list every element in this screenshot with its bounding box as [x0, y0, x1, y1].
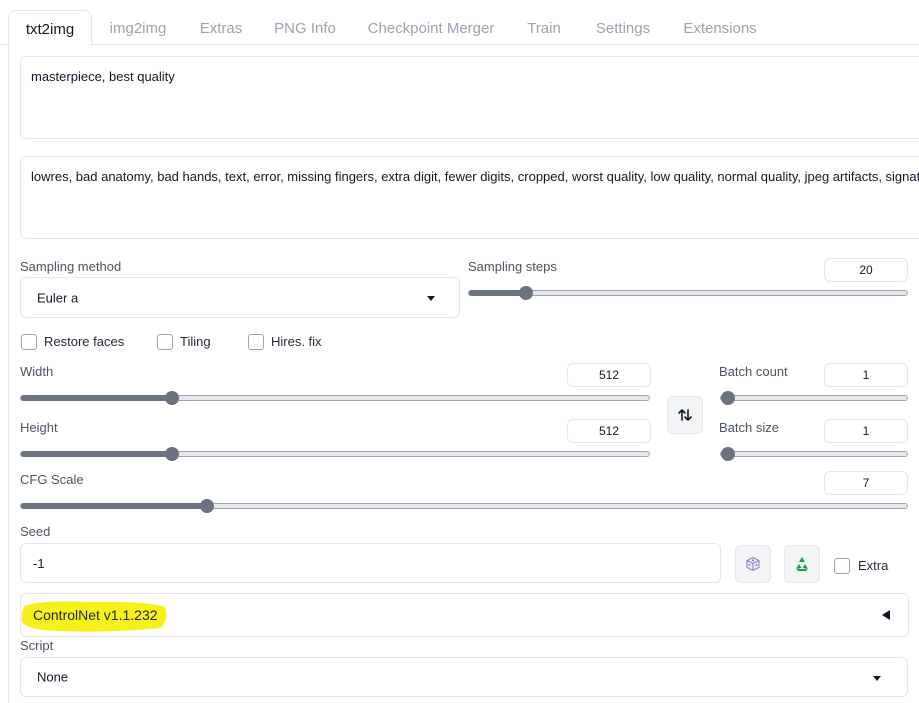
slider-thumb[interactable] — [165, 391, 179, 405]
prompt-textarea[interactable]: masterpiece, best quality — [20, 56, 919, 139]
height-slider[interactable] — [20, 447, 650, 461]
dice-icon — [746, 556, 760, 572]
sampling-method-label: Sampling method — [20, 259, 122, 274]
batch-count-label: Batch count — [719, 364, 788, 379]
slider-fill — [21, 503, 207, 509]
tab-train[interactable]: Train — [518, 10, 570, 44]
sampling-steps-input[interactable]: 20 — [824, 258, 908, 282]
batch-size-label: Batch size — [719, 420, 779, 435]
tab-extensions[interactable]: Extensions — [676, 10, 764, 44]
width-slider[interactable] — [20, 391, 650, 405]
slider-fill — [469, 290, 526, 296]
tab-img2img[interactable]: img2img — [100, 10, 176, 44]
slider-thumb[interactable] — [200, 499, 214, 513]
width-input[interactable]: 512 — [567, 363, 651, 387]
batch-count-input[interactable]: 1 — [824, 363, 908, 387]
tiling-label: Tiling — [180, 334, 211, 349]
restore-faces-label: Restore faces — [44, 334, 125, 349]
chevron-down-icon — [427, 296, 435, 301]
swap-arrows-icon — [678, 409, 692, 421]
tab-settings[interactable]: Settings — [586, 10, 660, 44]
hires-fix-label: Hires. fix — [271, 334, 322, 349]
slider-thumb[interactable] — [721, 391, 735, 405]
batch-size-slider[interactable] — [720, 447, 908, 461]
restore-faces-checkbox[interactable] — [21, 334, 37, 350]
cfg-scale-slider[interactable] — [20, 499, 908, 513]
batch-count-slider[interactable] — [720, 391, 908, 405]
slider-fill — [21, 395, 172, 401]
tab-png-info[interactable]: PNG Info — [266, 10, 344, 44]
batch-size-input[interactable]: 1 — [824, 419, 908, 443]
swap-dimensions-button[interactable] — [667, 396, 703, 434]
recycle-icon — [796, 557, 808, 571]
collapse-triangle-icon — [882, 610, 890, 620]
slider-thumb[interactable] — [519, 286, 533, 300]
hires-fix-checkbox[interactable] — [248, 334, 264, 350]
tab-bar: txt2img img2img Extras PNG Info Checkpoi… — [0, 10, 919, 46]
controlnet-accordion[interactable]: ControlNet v1.1.232 — [20, 593, 909, 637]
sampling-method-dropdown[interactable]: Euler a — [20, 277, 460, 318]
height-label: Height — [20, 420, 58, 435]
negative-prompt-textarea[interactable]: lowres, bad anatomy, bad hands, text, er… — [20, 156, 919, 239]
script-value: None — [37, 669, 69, 685]
cfg-scale-input[interactable]: 7 — [824, 471, 908, 495]
random-seed-button[interactable] — [735, 545, 771, 583]
width-label: Width — [20, 364, 54, 379]
seed-label: Seed — [20, 524, 51, 539]
cfg-scale-label: CFG Scale — [20, 472, 84, 487]
tab-extras[interactable]: Extras — [192, 10, 250, 44]
reuse-seed-button[interactable] — [784, 545, 820, 583]
slider-thumb[interactable] — [721, 447, 735, 461]
sampling-steps-label: Sampling steps — [468, 259, 557, 274]
tab-txt2img[interactable]: txt2img — [8, 10, 92, 46]
script-label: Script — [20, 638, 54, 653]
tab-checkpoint-merger[interactable]: Checkpoint Merger — [358, 10, 504, 44]
slider-fill — [21, 451, 172, 457]
height-input[interactable]: 512 — [567, 419, 651, 443]
slider-thumb[interactable] — [165, 447, 179, 461]
extra-seed-checkbox[interactable] — [834, 558, 850, 574]
controlnet-title: ControlNet v1.1.232 — [33, 607, 158, 623]
extra-seed-label: Extra — [858, 558, 889, 573]
seed-input[interactable]: -1 — [20, 543, 721, 583]
sampling-method-value: Euler a — [37, 290, 79, 305]
sampling-steps-slider[interactable] — [468, 286, 908, 300]
script-dropdown[interactable]: None — [20, 657, 908, 697]
tiling-checkbox[interactable] — [157, 334, 173, 350]
chevron-down-icon — [873, 676, 881, 681]
